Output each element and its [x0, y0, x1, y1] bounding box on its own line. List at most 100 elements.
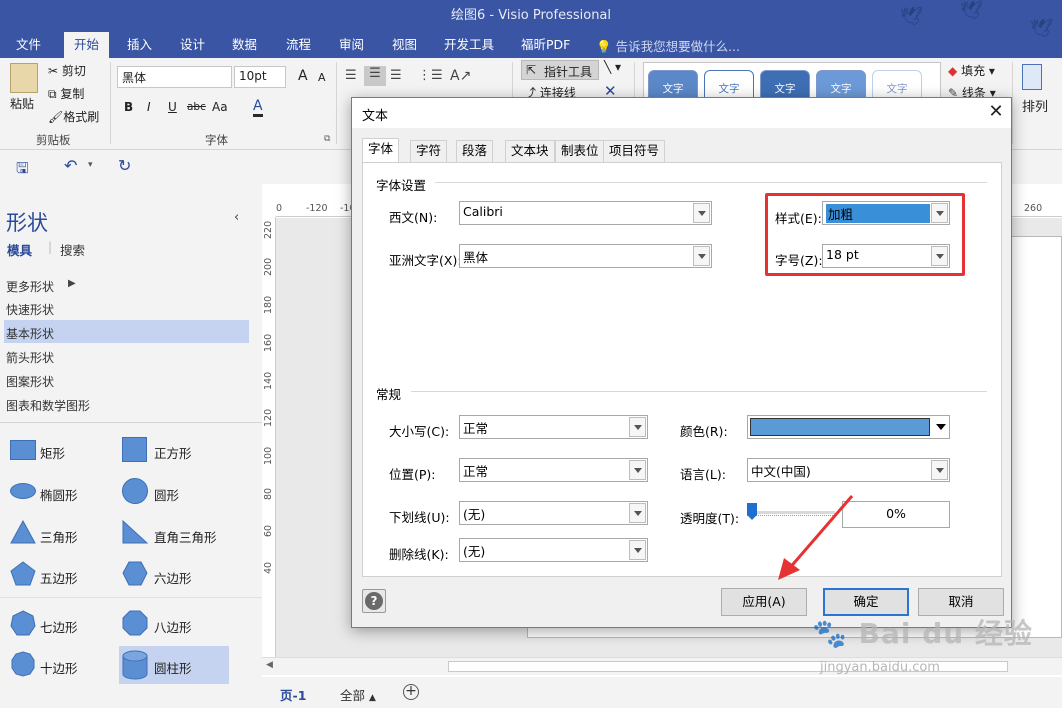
ribbon-tab-foxit-pdf[interactable]: 福昕PDF — [511, 32, 580, 58]
format-painter-button[interactable]: 🖌格式刷 — [48, 108, 99, 125]
chevron-down-icon[interactable] — [693, 246, 710, 266]
chevron-down-icon[interactable] — [629, 460, 646, 480]
color-picker[interactable] — [747, 415, 950, 439]
italic-button[interactable]: I — [147, 100, 151, 114]
shape-label-hexagon[interactable]: 六边形 — [154, 568, 192, 587]
shape-label-heptagon[interactable]: 七边形 — [40, 617, 78, 636]
chevron-down-icon[interactable] — [931, 460, 948, 480]
tab-search[interactable]: 搜索 — [60, 240, 85, 259]
tab-text-block[interactable]: 文本块 — [505, 140, 555, 162]
cylinder-shape-icon[interactable] — [122, 650, 148, 680]
shape-label-octagon[interactable]: 八边形 — [154, 617, 192, 636]
ribbon-tab-process[interactable]: 流程 — [276, 32, 321, 58]
tab-font[interactable]: 字体 — [362, 138, 400, 163]
align-top-icon[interactable]: ☰ — [345, 68, 357, 83]
stencil-quick-shapes[interactable]: 快速形状 — [6, 301, 54, 318]
paste-button[interactable]: 粘贴 — [10, 95, 34, 112]
tab-character[interactable]: 字符 — [410, 140, 448, 162]
save-icon[interactable]: 🖫 — [16, 158, 29, 183]
ribbon-tab-review[interactable]: 审阅 — [329, 32, 374, 58]
shape-label-rectangle[interactable]: 矩形 — [40, 443, 65, 462]
font-color-button[interactable]: A — [253, 98, 263, 117]
underline-combo[interactable]: (无) — [459, 501, 648, 525]
ellipse-shape-icon[interactable] — [10, 483, 36, 499]
decagon-shape-icon[interactable] — [10, 651, 36, 677]
ribbon-tab-data[interactable]: 数据 — [222, 32, 267, 58]
align-middle-icon[interactable]: ☰ — [364, 66, 386, 86]
shape-label-ellipse[interactable]: 椭圆形 — [40, 485, 78, 504]
strikethrough-button[interactable]: abc — [187, 101, 206, 113]
ribbon-tab-developer[interactable]: 开发工具 — [434, 32, 504, 58]
asian-font-combo[interactable]: 黑体 — [459, 244, 712, 268]
heptagon-shape-icon[interactable] — [10, 610, 36, 636]
scroll-left-icon[interactable]: ◀ — [266, 660, 273, 670]
tell-me-box[interactable]: 💡 告诉我您想要做什么... — [596, 36, 740, 55]
font-size-combo[interactable]: 10pt — [234, 66, 286, 88]
shape-label-triangle[interactable]: 三角形 — [40, 527, 78, 546]
circle-shape-icon[interactable] — [122, 478, 148, 504]
chevron-down-icon[interactable] — [629, 503, 646, 523]
tab-bullets[interactable]: 项目符号 — [603, 140, 666, 162]
align-bottom-icon[interactable]: ☰ — [390, 68, 402, 83]
redo-icon[interactable]: ↻ — [118, 156, 131, 175]
bold-button[interactable]: B — [124, 100, 133, 114]
bullets-icon[interactable]: ⋮☰ — [418, 68, 443, 83]
dialog-launcher-icon[interactable]: ⧉ — [324, 134, 330, 144]
text-direction-icon[interactable]: A↗ — [450, 68, 471, 84]
paste-icon[interactable] — [10, 63, 38, 93]
cut-button[interactable]: ✂ 剪切 — [48, 62, 86, 79]
undo-dropdown-icon[interactable]: ▾ — [88, 160, 93, 170]
underline-button[interactable]: U — [168, 100, 177, 114]
rectangle-shape-icon[interactable] — [10, 440, 36, 460]
pentagon-shape-icon[interactable] — [10, 561, 36, 586]
tab-paragraph[interactable]: 段落 — [456, 140, 494, 162]
chevron-down-icon[interactable] — [629, 540, 646, 560]
tab-stencils[interactable]: 模具 — [7, 240, 32, 259]
shape-label-cylinder[interactable]: 圆柱形 — [154, 658, 192, 677]
stencil-basic-shapes[interactable]: 基本形状 — [6, 325, 54, 342]
shape-label-circle[interactable]: 圆形 — [154, 485, 179, 504]
pointer-tool-button[interactable]: ⇱ 指针工具 — [521, 60, 599, 80]
all-pages-button[interactable]: 全部 ▲ — [340, 685, 376, 704]
close-icon[interactable]: ✕ — [986, 102, 1006, 122]
triangle-shape-icon[interactable] — [10, 520, 36, 544]
line-tool-icon[interactable]: ╲ ▾ — [604, 60, 621, 74]
apply-button[interactable]: 应用(A) — [721, 588, 807, 616]
add-page-icon[interactable]: + — [403, 684, 419, 700]
arrange-icon[interactable] — [1022, 64, 1042, 90]
chevron-down-icon[interactable] — [936, 424, 946, 430]
case-combo[interactable]: 正常 — [459, 415, 648, 439]
chevron-down-icon[interactable] — [693, 203, 710, 223]
shape-label-right-triangle[interactable]: 直角三角形 — [154, 527, 217, 546]
tab-tab-stops[interactable]: 制表位 — [555, 140, 605, 162]
ribbon-tab-file[interactable]: 文件 — [6, 32, 51, 58]
page-tab[interactable]: 页-1 — [280, 685, 306, 704]
ribbon-tab-design[interactable]: 设计 — [170, 32, 215, 58]
ribbon-tab-view[interactable]: 视图 — [382, 32, 427, 58]
grow-font-button[interactable]: A — [298, 68, 308, 84]
shape-label-decagon[interactable]: 十边形 — [40, 658, 78, 677]
language-combo[interactable]: 中文(中国) — [747, 458, 950, 482]
hexagon-shape-icon[interactable] — [122, 561, 148, 586]
arrange-button[interactable]: 排列 — [1022, 96, 1048, 115]
copy-button[interactable]: ⧉ 复制 — [48, 85, 84, 102]
chevron-down-icon[interactable] — [629, 417, 646, 437]
shape-label-pentagon[interactable]: 五边形 — [40, 568, 78, 587]
fill-button[interactable]: ◆ 填充 ▾ — [948, 62, 995, 79]
octagon-shape-icon[interactable] — [122, 610, 148, 636]
ribbon-tab-home[interactable]: 开始 — [64, 32, 110, 58]
font-name-combo[interactable]: 黑体 — [117, 66, 232, 88]
collapse-panel-icon[interactable]: ‹ — [234, 210, 239, 225]
shrink-font-button[interactable]: A — [318, 71, 326, 84]
help-button[interactable]: ? — [362, 589, 386, 613]
ribbon-tab-insert[interactable]: 插入 — [117, 32, 162, 58]
stencil-arrow-shapes[interactable]: 箭头形状 — [6, 349, 54, 366]
shape-label-square[interactable]: 正方形 — [154, 443, 192, 462]
strikethrough-combo[interactable]: (无) — [459, 538, 648, 562]
more-shapes-link[interactable]: 更多形状 — [6, 278, 54, 295]
horizontal-scrollbar[interactable]: ◀ — [262, 657, 1062, 675]
western-font-combo[interactable]: Calibri — [459, 201, 712, 225]
stencil-pattern-shapes[interactable]: 图案形状 — [6, 373, 54, 390]
change-case-button[interactable]: Aa — [212, 100, 228, 114]
right-triangle-shape-icon[interactable] — [122, 520, 148, 544]
